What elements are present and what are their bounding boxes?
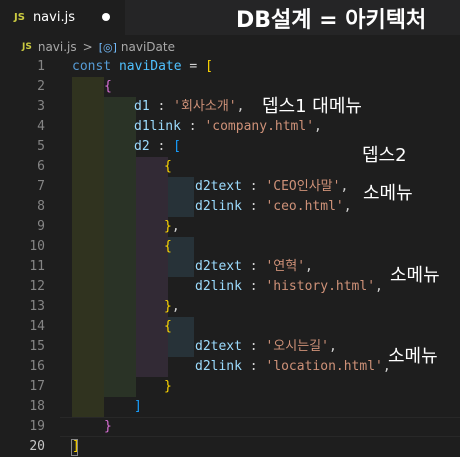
annotation-depth1: 뎁스1 대메뉴 xyxy=(262,96,362,117)
line-number: 11 xyxy=(29,259,45,274)
bracket: } xyxy=(164,379,172,394)
operator: = xyxy=(181,59,206,74)
colon: : xyxy=(241,199,266,214)
property-key: d2text xyxy=(195,339,242,354)
code-line: 14 { xyxy=(0,317,460,337)
property-key: d1link xyxy=(134,119,181,134)
colon: : xyxy=(149,139,174,154)
string-value: 'company.html' xyxy=(204,119,315,134)
line-number-active: 20 xyxy=(29,439,45,454)
comma: , xyxy=(236,99,245,114)
code-line: 10 { xyxy=(0,237,460,257)
line-number: 5 xyxy=(37,139,45,154)
breadcrumb-file[interactable]: navi.js xyxy=(38,40,77,54)
line-number: 15 xyxy=(29,339,45,354)
string-value: 'location.html' xyxy=(265,359,383,374)
js-file-icon: JS xyxy=(14,12,25,23)
bracket: ] xyxy=(134,399,142,414)
comma: , xyxy=(375,279,383,294)
bracket: { xyxy=(164,319,172,334)
string-value: 'ceo.html' xyxy=(265,199,344,214)
code-editor[interactable]: 1 const naviDate = [ 2 { 3 d1 : '회사소개', … xyxy=(0,57,460,456)
property-key: d2link xyxy=(195,359,242,374)
property-key: d2text xyxy=(195,179,242,194)
line-number: 7 xyxy=(37,179,45,194)
code-line: 19 } xyxy=(0,417,460,437)
keyword: const xyxy=(72,59,112,74)
line-number: 14 xyxy=(29,319,45,334)
bracket: { xyxy=(164,159,172,174)
comma: , xyxy=(171,299,180,314)
colon: : xyxy=(241,359,266,374)
property-key: d1 xyxy=(134,99,150,114)
line-number: 13 xyxy=(29,299,45,314)
code-line: 18 ] xyxy=(0,397,460,417)
string-value: '오시는길' xyxy=(265,339,329,354)
annotation-submenu: 소메뉴 xyxy=(388,346,438,367)
string-value: 'CEO인사말' xyxy=(265,179,341,194)
bracket: } xyxy=(164,219,172,234)
annotation-depth2: 뎁스2 xyxy=(362,145,407,166)
colon: : xyxy=(241,179,266,194)
colon: : xyxy=(241,259,266,274)
line-number: 12 xyxy=(29,279,45,294)
line-number: 1 xyxy=(37,59,45,74)
line-number: 9 xyxy=(37,219,45,234)
tab-navi-js[interactable]: JS navi.js xyxy=(0,0,125,35)
bracket: } xyxy=(164,299,172,314)
colon: : xyxy=(241,279,266,294)
comma: , xyxy=(314,119,322,134)
code-line: 17 } xyxy=(0,377,460,397)
breadcrumb: JS navi.js > [◎] naviDate xyxy=(22,37,175,57)
comma: , xyxy=(340,179,349,194)
property-key: d2text xyxy=(195,259,242,274)
tab-label: navi.js xyxy=(32,10,75,25)
bracket: { xyxy=(164,239,172,254)
variable-name: naviDate xyxy=(118,59,182,74)
comma: , xyxy=(171,219,180,234)
chevron-right-icon: > xyxy=(82,40,93,54)
code-line: 9 }, xyxy=(0,217,460,237)
overlay-title: DB설계 = 아키텍처 xyxy=(236,8,427,33)
breadcrumb-symbol[interactable]: naviDate xyxy=(121,40,175,54)
line-number: 18 xyxy=(29,399,45,414)
line-number: 4 xyxy=(37,119,45,134)
bracket: [ xyxy=(205,59,213,74)
code-line: 1 const naviDate = [ xyxy=(0,57,460,77)
code-line: 3 d1 : '회사소개', xyxy=(0,97,460,117)
annotation-submenu: 소메뉴 xyxy=(390,265,440,286)
code-line: 13 }, xyxy=(0,297,460,317)
annotation-submenu: 소메뉴 xyxy=(363,183,413,204)
colon: : xyxy=(180,119,205,134)
variable-symbol-icon: [◎] xyxy=(98,40,117,54)
line-number: 17 xyxy=(29,379,45,394)
code-line: 2 { xyxy=(0,77,460,97)
property-key: d2link xyxy=(195,279,242,294)
line-number: 19 xyxy=(29,419,45,434)
comma: , xyxy=(305,259,313,274)
code-line: 20 ] xyxy=(0,437,460,457)
string-value: '연혁' xyxy=(265,259,306,274)
line-number: 3 xyxy=(37,99,45,114)
bracket: } xyxy=(104,419,112,434)
colon: : xyxy=(149,99,174,114)
string-value: '회사소개' xyxy=(173,99,237,114)
unsaved-dot-icon[interactable] xyxy=(102,13,110,21)
code-line: 4 d1link : 'company.html', xyxy=(0,117,460,137)
property-key: d2link xyxy=(195,199,242,214)
comma: , xyxy=(328,339,337,354)
line-number: 2 xyxy=(37,79,45,94)
comma: , xyxy=(343,199,352,214)
colon: : xyxy=(241,339,266,354)
string-value: 'history.html' xyxy=(265,279,376,294)
bracket: [ xyxy=(173,139,181,154)
text-cursor xyxy=(71,439,78,456)
property-key: d2 xyxy=(134,139,150,154)
line-number: 8 xyxy=(37,199,45,214)
bracket: { xyxy=(104,79,112,94)
line-number: 10 xyxy=(29,239,45,254)
line-number: 16 xyxy=(29,359,45,374)
js-file-icon: JS xyxy=(22,42,32,52)
line-number: 6 xyxy=(37,159,45,174)
